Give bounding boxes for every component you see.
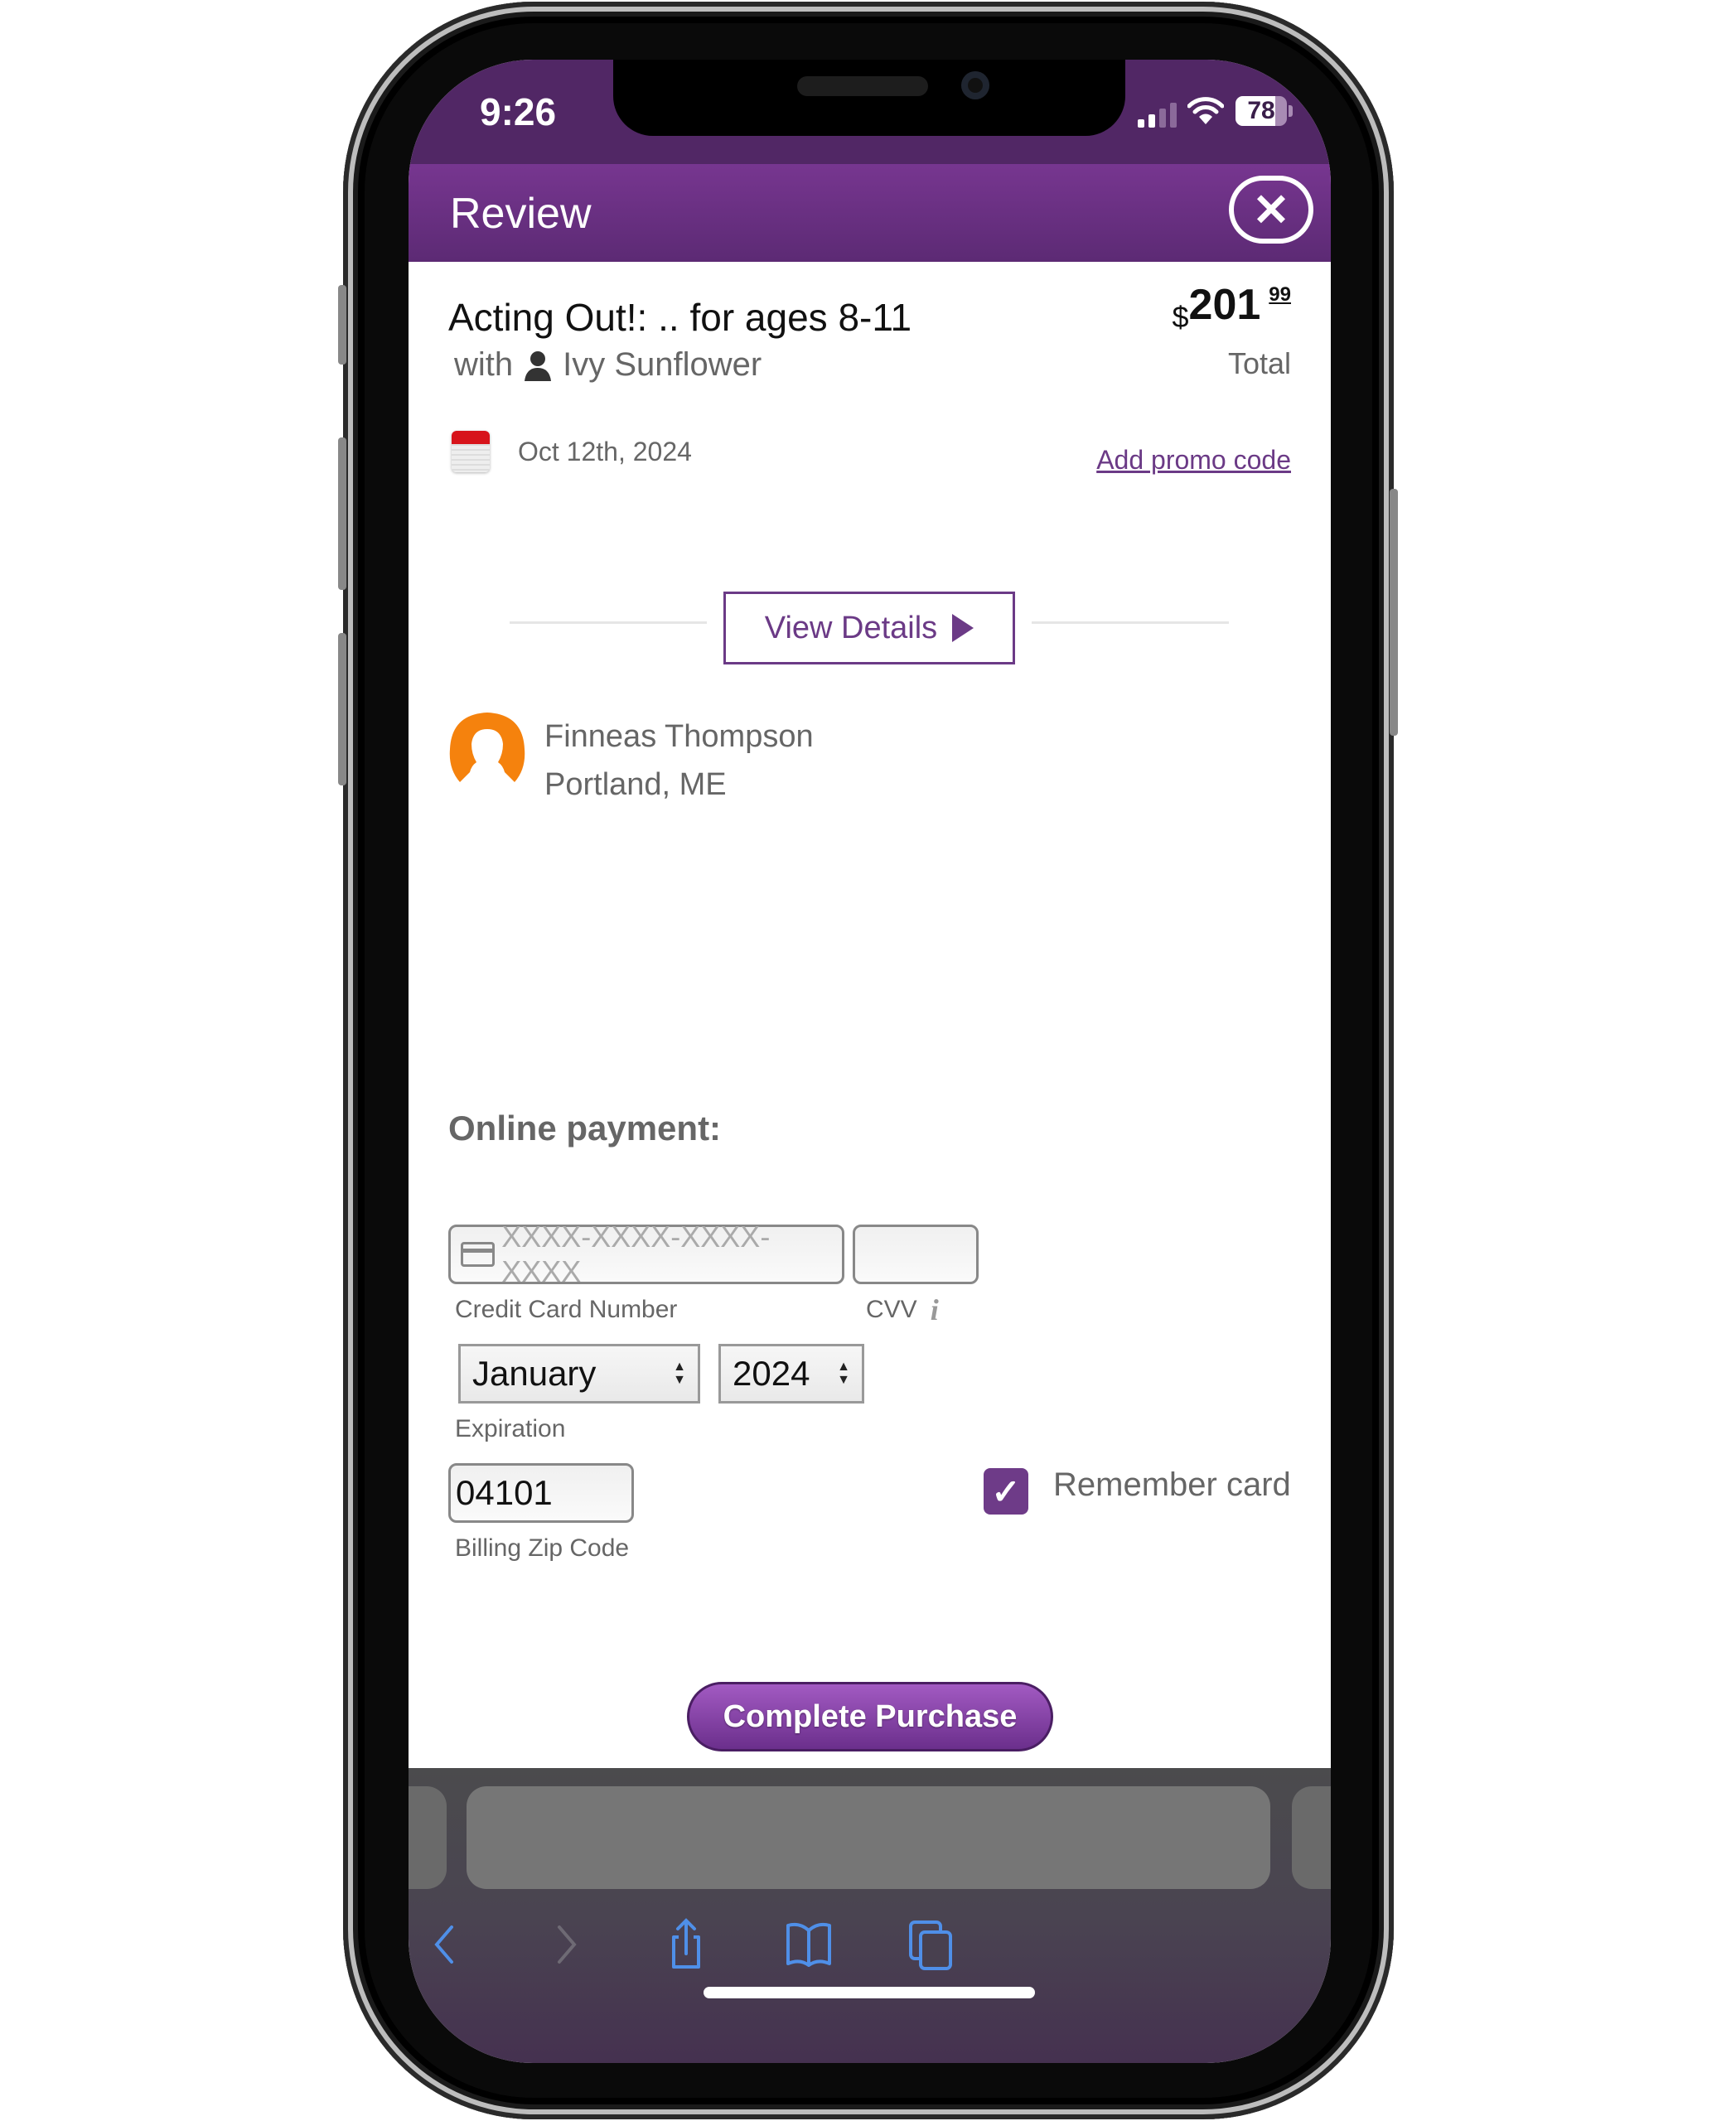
divider-left [510, 621, 707, 624]
status-bar: 9:26 78 [409, 60, 1331, 164]
event-date: Oct 12th, 2024 [518, 436, 692, 466]
view-details-button[interactable]: View Details [723, 592, 1015, 664]
battery-percent: 78 [1247, 97, 1275, 124]
browser-toolbar [409, 1768, 1331, 2063]
calendar-icon [452, 431, 490, 472]
checkmark-icon: ✓ [991, 1471, 1021, 1511]
mute-switch [338, 285, 346, 365]
info-icon[interactable]: i [931, 1292, 939, 1327]
card-number-placeholder: XXXX-XXXX-XXXX-XXXX [501, 1220, 771, 1288]
course-title: Acting Out!: .. for ages 8-11 [448, 296, 912, 339]
student-location: Portland, ME [544, 767, 727, 802]
add-promo-code-link[interactable]: Add promo code [1096, 445, 1291, 476]
remember-card-label[interactable]: Remember card [1053, 1466, 1291, 1504]
student-name: Finneas Thompson [544, 719, 814, 754]
cvv-input[interactable] [853, 1225, 979, 1284]
tabs-icon[interactable] [902, 1916, 960, 1974]
close-icon: ✕ [1252, 185, 1290, 235]
battery-tip [1289, 105, 1293, 117]
price-cents: 99 [1269, 283, 1291, 306]
expiration-month-select[interactable]: January ▲ ▼ [458, 1344, 700, 1404]
person-icon [525, 350, 552, 381]
volume-down-button [338, 633, 346, 785]
play-arrow-icon [952, 614, 974, 642]
expiration-year-value: 2024 [733, 1354, 810, 1393]
volume-up-button [338, 437, 346, 590]
previous-tab-preview[interactable] [409, 1786, 447, 1889]
back-icon[interactable] [415, 1916, 473, 1974]
notch [613, 60, 1125, 136]
instructor-line: with Ivy Sunflower [454, 346, 762, 384]
page-title: Review [450, 190, 592, 238]
complete-purchase-button[interactable]: Complete Purchase [687, 1682, 1053, 1751]
total-label: Total [1227, 346, 1291, 380]
card-number-label: Credit Card Number [455, 1296, 678, 1323]
complete-purchase-label: Complete Purchase [723, 1698, 1018, 1734]
cellular-signal-icon [1138, 103, 1177, 128]
with-label: with [454, 346, 514, 383]
view-details-label: View Details [764, 610, 938, 645]
credit-card-icon [461, 1242, 496, 1267]
instructor-name: Ivy Sunflower [563, 346, 762, 383]
billing-zip-input[interactable]: 04101 [448, 1463, 634, 1523]
cvv-label-row: CVV i [866, 1292, 939, 1327]
price-currency: $ [1172, 300, 1189, 334]
speaker-grille [797, 76, 928, 96]
expiration-month-value: January [472, 1354, 597, 1393]
expiration-label: Expiration [455, 1415, 566, 1442]
billing-zip-value: 04101 [456, 1473, 553, 1512]
avatar-icon [449, 713, 525, 782]
status-time: 9:26 [480, 90, 557, 133]
divider-right [1032, 621, 1229, 624]
review-content: Acting Out!: .. for ages 8-11 with Ivy S… [409, 262, 1331, 1768]
expiration-year-select[interactable]: 2024 ▲ ▼ [718, 1344, 864, 1404]
price-dollars: 201 [1188, 281, 1261, 329]
share-icon[interactable] [657, 1916, 715, 1974]
payment-section-title: Online payment: [448, 1109, 722, 1147]
forward-icon[interactable] [538, 1916, 596, 1974]
front-camera [961, 71, 989, 99]
review-header: Review ✕ [409, 164, 1331, 262]
next-tab-preview[interactable] [1292, 1786, 1331, 1889]
power-button [1390, 489, 1398, 736]
card-number-input[interactable]: XXXX-XXXX-XXXX-XXXX [448, 1220, 844, 1288]
date-row: Oct 12th, 2024 [452, 431, 692, 472]
phone-screen: 9:26 78 Review ✕ Acting Out!: .. for age… [409, 60, 1331, 2063]
total-price: $ 201 99 [1173, 280, 1292, 335]
bookmarks-icon[interactable] [780, 1916, 838, 1974]
battery-icon: 78 [1236, 96, 1287, 126]
billing-zip-label: Billing Zip Code [455, 1534, 630, 1562]
select-arrows-icon: ▲ ▼ [673, 1360, 686, 1387]
select-arrows-icon: ▲ ▼ [837, 1360, 850, 1387]
wifi-icon [1187, 97, 1224, 124]
close-button[interactable]: ✕ [1229, 176, 1313, 244]
home-indicator[interactable] [704, 1987, 1035, 1998]
remember-card-checkbox[interactable]: ✓ [984, 1468, 1028, 1515]
address-bar[interactable] [467, 1786, 1270, 1889]
cvv-label: CVV [866, 1296, 917, 1323]
